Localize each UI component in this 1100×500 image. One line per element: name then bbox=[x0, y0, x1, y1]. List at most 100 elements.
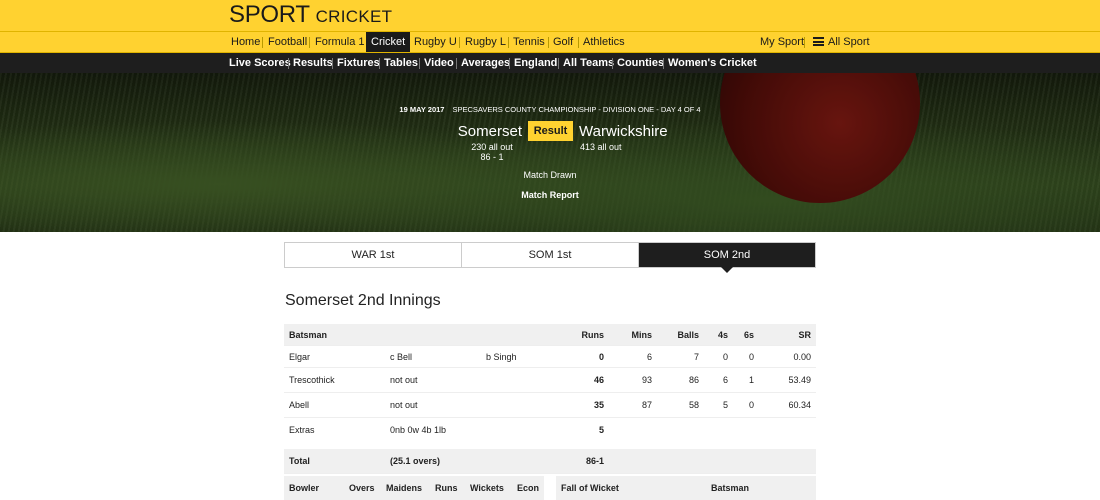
away-score: 413 all out bbox=[580, 142, 622, 152]
extras-label: Extras bbox=[289, 425, 315, 435]
primary-nav: Home Football Formula 1 Cricket Rugby U … bbox=[0, 31, 1100, 53]
total-row: Total (25.1 overs) 86-1 bbox=[284, 449, 816, 474]
header-sixes: 6s bbox=[743, 330, 754, 340]
bowling-table-header: Bowler Overs Maidens Runs Wickets Econ bbox=[284, 476, 544, 500]
nav-item-cricket[interactable]: Cricket bbox=[366, 32, 411, 52]
batsman-strike-rate: 0.00 bbox=[793, 352, 811, 362]
match-outcome: Match Drawn bbox=[523, 170, 577, 180]
extras-runs: 5 bbox=[598, 425, 604, 435]
batsman-name[interactable]: Trescothick bbox=[289, 368, 335, 393]
batsman-balls: 58 bbox=[688, 400, 699, 410]
batsman-runs: 0 bbox=[598, 352, 604, 362]
table-header: Batsman Runs Mins Balls 4s 6s SR bbox=[284, 324, 816, 346]
batsman-fours: 5 bbox=[722, 400, 728, 410]
header-fall-of-wicket: Fall of Wicket bbox=[561, 483, 619, 493]
brand-section: CRICKET bbox=[315, 7, 393, 26]
header-wickets: Wickets bbox=[470, 483, 504, 493]
match-summary: 19 MAY 2017 SPECSAVERS COUNTY CHAMPIONSHI… bbox=[0, 73, 1100, 232]
subnav-england[interactable]: England bbox=[514, 53, 557, 73]
nav-separator bbox=[288, 58, 289, 69]
header-bowl-runs: Runs bbox=[435, 483, 458, 493]
total-overs: (25.1 overs) bbox=[390, 456, 441, 466]
batsman-runs: 46 bbox=[593, 375, 604, 385]
innings-title: Somerset 2nd Innings bbox=[285, 292, 441, 309]
batsman-sixes: 0 bbox=[748, 352, 754, 362]
tab-som-1st[interactable]: SOM 1st bbox=[462, 243, 639, 267]
nav-item-rugby-league[interactable]: Rugby L bbox=[462, 32, 509, 52]
dismissal: not out bbox=[390, 375, 418, 385]
nav-item-rugby-union[interactable]: Rugby U bbox=[411, 32, 460, 52]
home-team: Somerset bbox=[457, 123, 522, 140]
extras-detail: 0nb 0w 4b 1lb bbox=[390, 425, 447, 435]
batsman-strike-rate: 53.49 bbox=[788, 375, 811, 385]
batsman-name[interactable]: Elgar bbox=[289, 346, 310, 368]
nav-separator bbox=[332, 58, 333, 69]
nav-separator bbox=[578, 37, 579, 48]
nav-item-football[interactable]: Football bbox=[265, 32, 310, 52]
header-economy: Econ bbox=[517, 483, 540, 493]
match-report-link: Match Report bbox=[0, 190, 1100, 200]
subnav-live-scores[interactable]: Live Scores bbox=[229, 53, 291, 73]
nav-separator bbox=[508, 37, 509, 48]
nav-separator bbox=[804, 37, 805, 48]
match-meta: 19 MAY 2017 SPECSAVERS COUNTY CHAMPIONSHI… bbox=[0, 105, 1100, 114]
batsman-mins: 87 bbox=[641, 400, 652, 410]
batsman-balls: 86 bbox=[688, 375, 699, 385]
nav-separator bbox=[509, 58, 510, 69]
nav-item-golf[interactable]: Golf bbox=[550, 32, 576, 52]
batsman-name[interactable]: Abell bbox=[289, 393, 309, 418]
header-fours: 4s bbox=[717, 330, 728, 340]
match-report-anchor[interactable]: Match Report bbox=[521, 190, 579, 200]
nav-item-home[interactable]: Home bbox=[228, 32, 263, 52]
table-row: Trescothick not out 46 93 86 6 1 53.49 bbox=[284, 368, 816, 393]
nav-separator bbox=[379, 58, 380, 69]
nav-separator bbox=[419, 58, 420, 69]
match-competition: SPECSAVERS COUNTY CHAMPIONSHIP - DIVISIO… bbox=[452, 105, 701, 114]
total-label: Total bbox=[289, 456, 310, 466]
batting-scorecard: Batsman Runs Mins Balls 4s 6s SR Elgar c… bbox=[284, 324, 816, 474]
subnav-results[interactable]: Results bbox=[293, 53, 333, 73]
nav-separator bbox=[309, 37, 310, 48]
tab-war-1st[interactable]: WAR 1st bbox=[285, 243, 462, 267]
all-sport-label: All Sport bbox=[828, 36, 870, 48]
subnav-fixtures[interactable]: Fixtures bbox=[337, 53, 380, 73]
batsman-mins: 93 bbox=[641, 375, 652, 385]
my-sport-link[interactable]: My Sport bbox=[757, 32, 807, 52]
home-score-second-innings: 86 - 1 bbox=[480, 152, 504, 162]
away-team: Warwickshire bbox=[579, 123, 668, 140]
nav-item-formula-1[interactable]: Formula 1 bbox=[312, 32, 368, 52]
nav-separator bbox=[558, 58, 559, 69]
dismissal: not out bbox=[390, 400, 418, 410]
subnav-averages[interactable]: Averages bbox=[461, 53, 510, 73]
header-batsman: Batsman bbox=[289, 330, 328, 340]
nav-separator bbox=[456, 58, 457, 69]
header-fow-batsman: Batsman bbox=[711, 483, 750, 493]
subnav-all-teams[interactable]: All Teams bbox=[563, 53, 614, 73]
status-badge: Result bbox=[528, 121, 573, 141]
subnav-video[interactable]: Video bbox=[424, 53, 454, 73]
subnav-womens-cricket[interactable]: Women's Cricket bbox=[668, 53, 757, 73]
brand-logo[interactable]: SPORT CRICKET bbox=[229, 1, 392, 31]
nav-item-tennis[interactable]: Tennis bbox=[510, 32, 548, 52]
sport-header: SPORT CRICKET bbox=[0, 0, 1100, 31]
batsman-sixes: 0 bbox=[748, 400, 754, 410]
brand-sport: SPORT bbox=[229, 1, 310, 28]
fall-of-wicket-header: Fall of Wicket Batsman bbox=[556, 476, 816, 500]
nav-separator bbox=[459, 37, 460, 48]
match-hero-banner: 19 MAY 2017 SPECSAVERS COUNTY CHAMPIONSHI… bbox=[0, 73, 1100, 232]
nav-separator bbox=[262, 37, 263, 48]
nav-item-athletics[interactable]: Athletics bbox=[580, 32, 628, 52]
tab-som-2nd[interactable]: SOM 2nd bbox=[639, 243, 815, 273]
batsman-mins: 6 bbox=[646, 352, 652, 362]
all-sport-menu[interactable]: All Sport bbox=[810, 32, 873, 52]
batsman-fours: 0 bbox=[722, 352, 728, 362]
subnav-tables[interactable]: Tables bbox=[384, 53, 418, 73]
teams-row: Somerset Result Warwickshire bbox=[0, 121, 1100, 143]
batsman-runs: 35 bbox=[593, 400, 604, 410]
nav-separator bbox=[548, 37, 549, 48]
batsman-balls: 7 bbox=[693, 352, 699, 362]
cricket-nav: Live Scores Results Fixtures Tables Vide… bbox=[0, 53, 1100, 73]
header-maidens: Maidens bbox=[386, 483, 423, 493]
subnav-counties[interactable]: Counties bbox=[617, 53, 664, 73]
table-row: Elgar c Bell b Singh 0 6 7 0 0 0.00 bbox=[284, 346, 816, 368]
